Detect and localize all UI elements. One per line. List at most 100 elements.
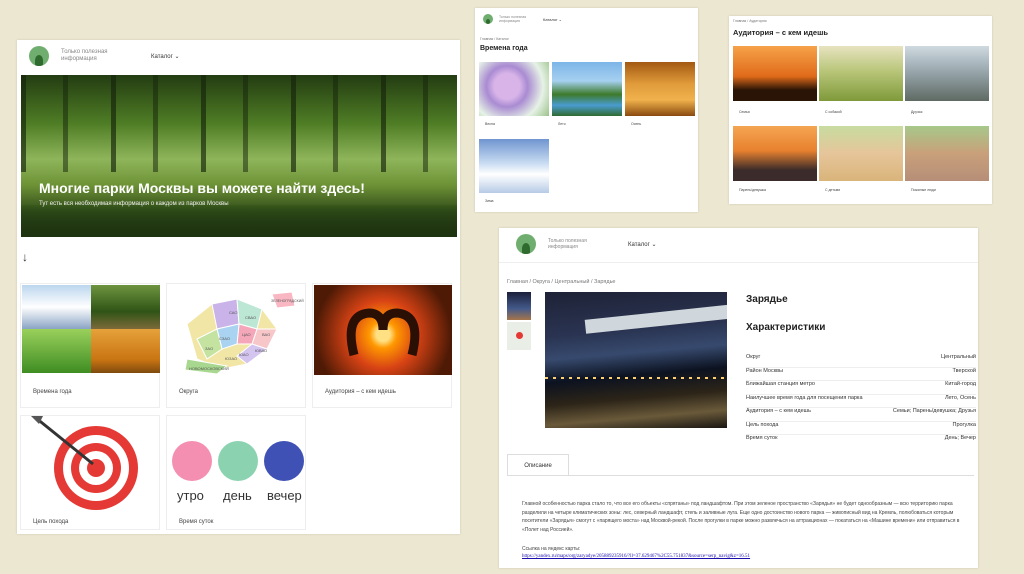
hero-banner: Многие парки Москвы вы можете найти здес… bbox=[21, 75, 457, 237]
heart-sunset-thumb bbox=[314, 285, 452, 375]
page-title: Аудитория – с кем идешь bbox=[733, 28, 828, 37]
district-label: ЗАО bbox=[205, 346, 213, 351]
spec-value: Лето, Осень bbox=[944, 394, 976, 401]
district-label: ЦАО bbox=[242, 332, 251, 337]
season-label: Лето bbox=[558, 122, 566, 126]
spec-value: Прогулка bbox=[952, 421, 976, 428]
tagline: Только полезная информация bbox=[548, 238, 587, 250]
card-goal[interactable]: Цель похода bbox=[20, 415, 160, 530]
page-title: Времена года bbox=[480, 45, 528, 52]
logo-tree-icon[interactable] bbox=[516, 234, 536, 254]
breadcrumb[interactable]: Главная / Аудитория bbox=[733, 19, 766, 23]
morning-word: утро bbox=[177, 488, 204, 503]
autumn-thumb bbox=[91, 329, 160, 373]
catalog-menu[interactable]: Каталог ⌄ bbox=[151, 53, 180, 60]
spec-row: Время суток День; Вечер bbox=[746, 435, 976, 449]
evening-icon bbox=[264, 441, 304, 481]
card-label: Округа bbox=[179, 389, 198, 395]
target-icon bbox=[31, 416, 138, 510]
district-label: СЗАО bbox=[219, 336, 230, 341]
morning-icon bbox=[172, 441, 212, 481]
spec-key: Время суток bbox=[746, 435, 778, 441]
season-autumn-thumb[interactable] bbox=[625, 62, 695, 116]
tagline: Только полезная информация bbox=[499, 14, 527, 23]
map-pin-icon bbox=[516, 332, 523, 339]
season-label: Осень bbox=[631, 122, 642, 126]
day-word: день bbox=[223, 488, 252, 503]
logo-tree-icon[interactable] bbox=[29, 46, 49, 66]
spec-key: Район Москвы bbox=[746, 367, 783, 374]
catalog-menu[interactable]: Каталог ⌄ bbox=[543, 17, 562, 22]
scroll-down-arrow-icon[interactable]: ↓ bbox=[22, 250, 28, 264]
tagline: Только полезная информация bbox=[61, 48, 108, 62]
audience-friends-thumb[interactable] bbox=[905, 46, 989, 101]
hero-title: Многие парки Москвы вы можете найти здес… bbox=[39, 180, 365, 196]
card-seasons[interactable]: Времена года bbox=[20, 283, 160, 408]
day-icon bbox=[218, 441, 258, 481]
winter-thumb bbox=[22, 285, 91, 329]
seasons-header: Только полезная информация Каталог ⌄ bbox=[483, 11, 562, 27]
tab-description[interactable]: Описание bbox=[507, 454, 569, 476]
spec-key: Цель похода bbox=[746, 421, 779, 428]
audience-label: Пожилые люди bbox=[911, 188, 936, 192]
header-divider bbox=[499, 262, 978, 263]
audience-elderly-thumb[interactable] bbox=[905, 126, 989, 181]
audience-label: С собакой bbox=[825, 110, 842, 114]
card-label: Аудитория – с кем идешь bbox=[325, 389, 396, 395]
season-summer-thumb[interactable] bbox=[552, 62, 622, 116]
audience-label: С детьми bbox=[825, 188, 841, 192]
main-header: Только полезная информация Каталог ⌄ bbox=[29, 44, 180, 68]
specs-title: Характеристики bbox=[746, 322, 826, 333]
district-label: ЗЕЛЕНОГРАДСКИЙ bbox=[271, 299, 304, 303]
spec-value: День; Вечер bbox=[944, 435, 976, 441]
gallery-thumb-photo[interactable] bbox=[507, 292, 531, 320]
audience-kids-thumb[interactable] bbox=[819, 126, 903, 181]
hero-subtitle: Тут есть вся необходимая информация о ка… bbox=[39, 201, 229, 207]
spec-row: Район Москвы Тверской bbox=[746, 367, 976, 381]
city-lights bbox=[545, 377, 727, 379]
spec-key: Ближайшая станция метро bbox=[746, 381, 815, 387]
map-link[interactable]: https://yandex.ru/maps/org/zaryadye/2058… bbox=[522, 554, 750, 559]
spec-row: Ближайшая станция метро Китай-город bbox=[746, 381, 976, 395]
card-daytime[interactable]: утро день вечер Время суток bbox=[166, 415, 306, 530]
tab-divider bbox=[507, 475, 974, 476]
moscow-districts-map: САО СВАО ВАО ЦАО ЮВАО ЮАО СЗАО ЗАО ЮЗАО … bbox=[184, 291, 304, 375]
park-detail-panel: Только полезная информация Каталог ⌄ Гла… bbox=[499, 228, 978, 568]
map-link-label: Ссылка на яндекс карты: bbox=[522, 546, 581, 552]
card-audience[interactable]: Аудитория – с кем идешь bbox=[312, 283, 452, 408]
logo-tree-icon[interactable] bbox=[483, 14, 493, 24]
audience-family-thumb[interactable] bbox=[733, 46, 817, 101]
main-photo[interactable] bbox=[545, 292, 727, 428]
district-label: СВАО bbox=[245, 315, 256, 320]
park-title: Зарядье bbox=[746, 294, 788, 305]
spec-row: Наилучшее время года для посещения парка… bbox=[746, 394, 976, 408]
card-label: Время суток bbox=[179, 519, 214, 525]
season-spring-thumb[interactable] bbox=[479, 62, 549, 116]
evening-word: вечер bbox=[267, 488, 302, 503]
spec-key: Аудитория – с кем идешь bbox=[746, 408, 811, 414]
gallery-thumb-map[interactable] bbox=[507, 322, 531, 350]
card-label: Цель похода bbox=[33, 519, 69, 525]
summer-thumb bbox=[22, 329, 91, 373]
specs-table: Округ Центральный Район Москвы Тверской Бл… bbox=[746, 354, 976, 449]
audience-label: Парень/девушка bbox=[739, 188, 766, 192]
card-districts[interactable]: САО СВАО ВАО ЦАО ЮВАО ЮАО СЗАО ЗАО ЮЗАО … bbox=[166, 283, 306, 408]
audience-label: Семья bbox=[739, 110, 750, 114]
spec-row: Аудитория – с кем идешь Семьи; Парень/дев… bbox=[746, 408, 976, 422]
season-winter-thumb[interactable] bbox=[479, 139, 549, 193]
audience-dog-thumb[interactable] bbox=[819, 46, 903, 101]
spec-key: Наилучшее время года для посещения парка bbox=[746, 394, 863, 401]
breadcrumb[interactable]: Главная / Каталог bbox=[480, 37, 509, 41]
spec-row: Округ Центральный bbox=[746, 354, 976, 368]
audience-couple-thumb[interactable] bbox=[733, 126, 817, 181]
spec-key: Округ bbox=[746, 354, 761, 360]
spec-value: Семьи; Парень/девушка; Друзья bbox=[892, 408, 976, 414]
breadcrumb[interactable]: Главная / Округа / Центральный / Зарядье bbox=[507, 279, 616, 285]
spec-row: Цель похода Прогулка bbox=[746, 421, 976, 435]
spec-value: Центральный bbox=[941, 354, 976, 360]
seasons-page-panel: Только полезная информация Каталог ⌄ Гла… bbox=[475, 8, 698, 212]
district-label: ЮАО bbox=[239, 352, 249, 357]
season-label: Зима bbox=[485, 199, 494, 203]
district-label: ЮВАО bbox=[255, 348, 267, 353]
catalog-menu[interactable]: Каталог ⌄ bbox=[628, 241, 657, 248]
